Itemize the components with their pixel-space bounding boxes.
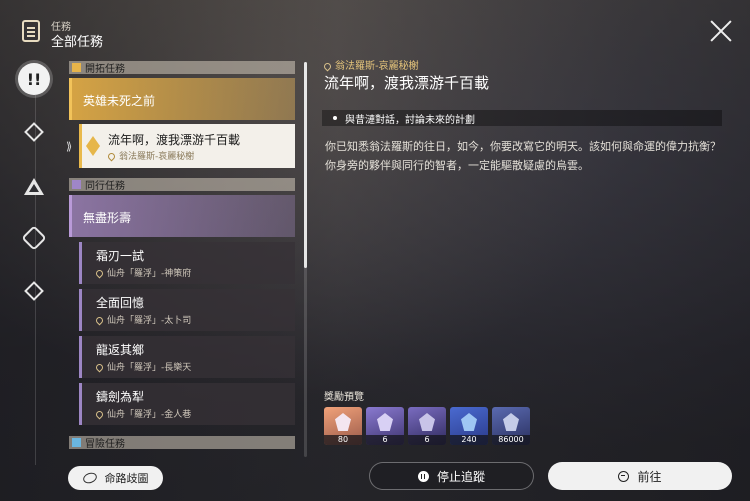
bullet-icon	[333, 116, 337, 120]
companion-icon	[24, 177, 44, 195]
quest-item[interactable]: 霜刃一試 仙舟「羅浮」-神策府	[79, 242, 295, 284]
section-companion: 同行任務	[69, 178, 295, 192]
stellar-jade-icon	[335, 413, 351, 431]
trailblaze-section-icon	[72, 63, 81, 72]
quest-item[interactable]: 英雄未死之前	[69, 78, 295, 120]
companion-section-icon	[72, 180, 81, 189]
quest-item-selected[interactable]: 流年啊，渡我漂游千百載 翁法羅斯-哀麗秘榭	[79, 124, 295, 168]
daily-icon	[24, 281, 44, 301]
trailblaze-tab[interactable]	[18, 116, 50, 148]
quest-book-icon	[22, 20, 40, 42]
quest-location: 仙舟「羅浮」-太卜司	[94, 313, 191, 326]
quest-detail-title: 流年啊，渡我漂游千百載	[324, 74, 490, 92]
adventure-section-icon	[72, 438, 81, 447]
location-pin-icon	[94, 362, 105, 373]
reward-item[interactable]: 6	[408, 407, 446, 445]
reward-item[interactable]: 6	[366, 407, 404, 445]
quest-item[interactable]: 鑄劍為犁 仙舟「羅浮」-金人巷	[79, 383, 295, 425]
page-title: 全部任務	[51, 35, 104, 50]
location-pin-icon	[94, 409, 105, 420]
path-map-icon	[81, 470, 98, 486]
quest-title: 無盡形壽	[83, 211, 132, 225]
quest-location: 翁法羅斯-哀麗秘榭	[106, 149, 194, 162]
quest-location: 仙舟「羅浮」-長樂天	[94, 360, 191, 373]
all-quests-tab[interactable]: !!	[18, 63, 50, 95]
rewards-label: 獎勵預覽	[324, 392, 364, 403]
scrollbar-thumb[interactable]	[304, 62, 307, 268]
companion-tab[interactable]	[18, 170, 50, 202]
quest-detail-location: 翁法羅斯-哀麗秘榭	[322, 57, 419, 72]
quest-item[interactable]: 無盡形壽	[69, 195, 295, 237]
pause-icon	[417, 470, 429, 482]
quest-location: 仙舟「羅浮」-金人巷	[94, 407, 191, 420]
trace-material-icon	[419, 413, 435, 431]
go-button[interactable]: 前往	[548, 462, 732, 490]
quest-title: 鑄劍為犁	[96, 390, 145, 404]
quest-description: 你已知悉翁法羅斯的往日，如今，你要改寫它的明天。該如何與命運的偉力抗衡？你身旁的…	[325, 140, 721, 172]
quest-title: 全面回憶	[96, 296, 145, 310]
section-trailblaze: 開拓任務	[69, 61, 295, 75]
trailblaze-icon	[24, 122, 44, 142]
path-map-button[interactable]: 命路歧圖	[68, 466, 163, 490]
quest-title: 英雄未死之前	[83, 94, 156, 108]
credit-icon	[503, 413, 519, 431]
selected-arrow-icon: ⟫	[66, 140, 73, 153]
rewards-row: 80 6 6 240 86000	[324, 407, 530, 445]
quest-diamond-icon	[86, 136, 100, 156]
all-quests-icon: !!	[26, 69, 42, 89]
close-icon[interactable]	[710, 20, 732, 42]
quest-title: 龍返其鄉	[96, 343, 145, 357]
location-pin-icon	[322, 61, 333, 71]
reward-item[interactable]: 86000	[492, 407, 530, 445]
quest-item[interactable]: 全面回憶 仙舟「羅浮」-太卜司	[79, 289, 295, 331]
quest-title: 霜刃一試	[96, 249, 145, 263]
quest-location: 仙舟「羅浮」-神策府	[94, 266, 191, 279]
quest-objective: 與昔漣對話，討論未來的計劃	[322, 110, 722, 126]
location-pin-icon	[94, 315, 105, 326]
adventure-tab[interactable]	[18, 222, 50, 254]
section-adventure: 冒險任務	[69, 436, 295, 450]
reward-item[interactable]: 80	[324, 407, 362, 445]
stop-tracking-button[interactable]: 停止追蹤	[369, 462, 534, 490]
character-exp-icon	[461, 413, 477, 431]
daily-tab[interactable]	[18, 275, 50, 307]
arrow-circle-icon	[618, 470, 630, 482]
adventure-icon	[21, 225, 47, 251]
lightcone-exp-icon	[377, 413, 393, 431]
location-pin-icon	[106, 151, 117, 162]
quest-item[interactable]: 龍返其鄉 仙舟「羅浮」-長樂天	[79, 336, 295, 378]
quest-title: 流年啊，渡我漂游千百載	[108, 133, 241, 147]
location-pin-icon	[94, 268, 105, 279]
reward-item[interactable]: 240	[450, 407, 488, 445]
